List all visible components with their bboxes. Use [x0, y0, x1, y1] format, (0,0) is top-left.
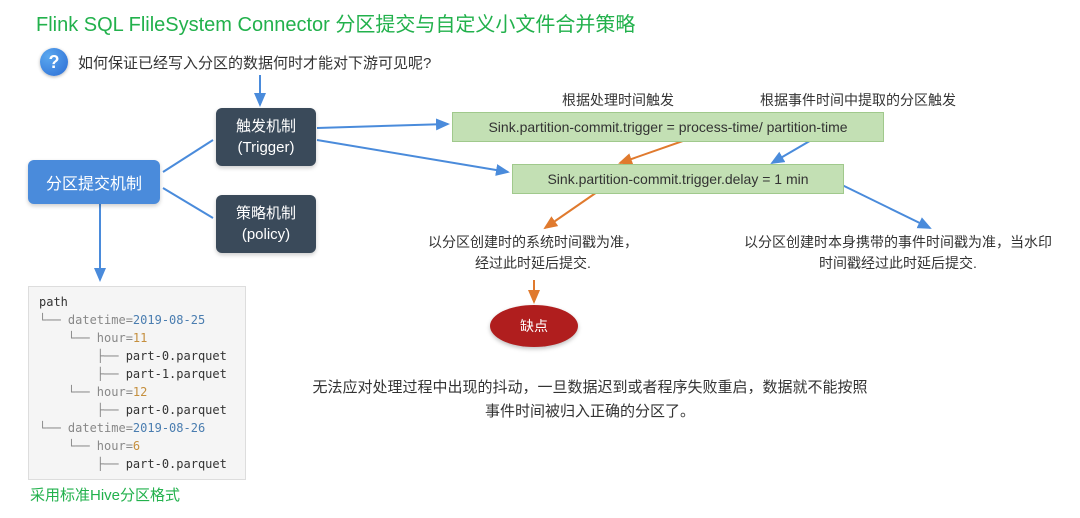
note-right: 以分区创建时本身携带的事件时间戳为准，当水印时间戳经过此时延后提交. [738, 232, 1058, 274]
defect-oval: 缺点 [490, 305, 578, 347]
question-icon: ? [40, 48, 68, 76]
question-text: 如何保证已经写入分区的数据何时才能对下游可见呢? [78, 52, 431, 73]
hive-format-label: 采用标准Hive分区格式 [30, 484, 180, 505]
path-tree: path └── datetime=2019-08-25 └── hour=11… [28, 286, 246, 480]
label-process-time: 根据处理时间触发 [562, 90, 674, 111]
defect-description: 无法应对处理过程中出现的抖动，一旦数据迟到或者程序失败重启，数据就不能按照事件时… [310, 376, 870, 424]
box-trigger: 触发机制 (Trigger) [216, 108, 316, 166]
box-trigger-line2: (Trigger) [238, 137, 295, 158]
box-partition-commit: 分区提交机制 [28, 160, 160, 204]
green-box-trigger: Sink.partition-commit.trigger = process-… [452, 112, 884, 142]
label-event-time: 根据事件时间中提取的分区触发 [760, 90, 956, 111]
box-policy-line1: 策略机制 [236, 203, 296, 224]
box-policy-line2: (policy) [242, 224, 290, 245]
box-trigger-line1: 触发机制 [236, 116, 296, 137]
green-box-delay: Sink.partition-commit.trigger.delay = 1 … [512, 164, 844, 194]
note-left: 以分区创建时的系统时间戳为准，经过此时延后提交. [428, 232, 638, 274]
page-title: Flink SQL FlileSystem Connector 分区提交与自定义… [36, 8, 635, 37]
box-policy: 策略机制 (policy) [216, 195, 316, 253]
